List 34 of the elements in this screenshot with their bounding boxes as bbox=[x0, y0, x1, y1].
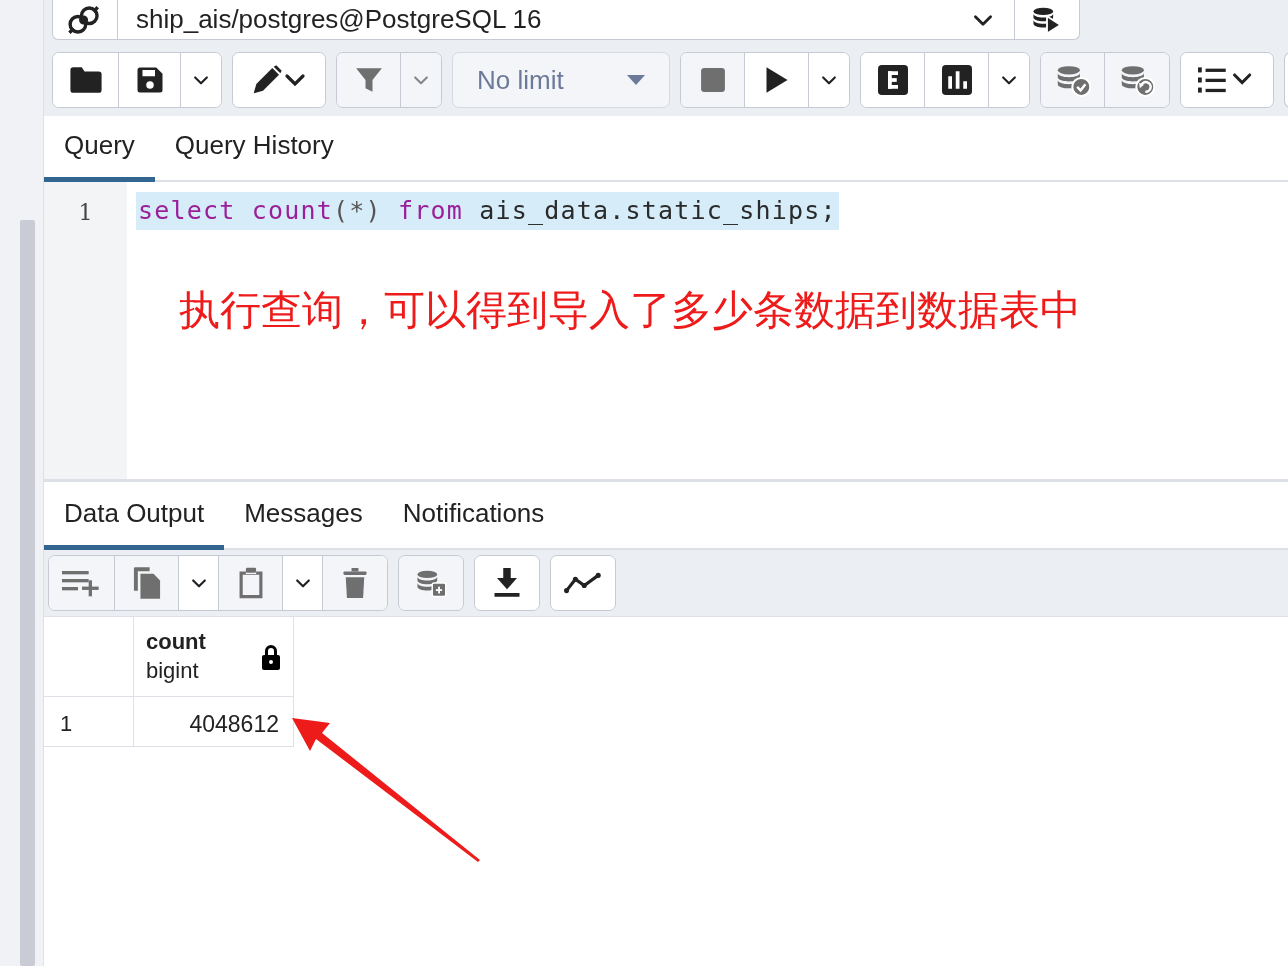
table-cell[interactable]: 4048612 bbox=[134, 697, 294, 747]
folder-icon bbox=[68, 65, 103, 95]
scrollbar[interactable] bbox=[20, 220, 35, 966]
column-name: count bbox=[146, 627, 206, 656]
dropdown-triangle-icon bbox=[627, 75, 645, 85]
explain-button[interactable] bbox=[861, 53, 925, 107]
filter-icon bbox=[354, 66, 383, 94]
copy-icon bbox=[131, 566, 162, 600]
stop-icon bbox=[699, 67, 726, 93]
tab[interactable]: Query History bbox=[154, 116, 354, 182]
play-icon bbox=[764, 66, 789, 94]
column-type: bigint bbox=[146, 656, 200, 685]
line-graph-button[interactable] bbox=[551, 556, 615, 610]
tab[interactable]: Messages bbox=[224, 484, 383, 550]
pencil-caret-button[interactable] bbox=[233, 53, 325, 107]
connection-status-button[interactable] bbox=[52, 0, 118, 40]
trash-icon bbox=[343, 568, 367, 598]
annotation-text: 执行查询，可以得到导入了多少条数据到数据表中 bbox=[179, 285, 1081, 336]
bar-chart-icon bbox=[941, 65, 972, 95]
new-connection-button[interactable] bbox=[1015, 0, 1080, 40]
folder-button[interactable] bbox=[53, 53, 119, 107]
download-icon bbox=[494, 568, 520, 598]
line-graph-icon bbox=[564, 571, 602, 595]
row-number: 1 bbox=[44, 697, 134, 747]
numbered-list-caret-button[interactable] bbox=[1181, 53, 1273, 107]
download-button[interactable] bbox=[475, 556, 539, 610]
line-number: 1 bbox=[77, 199, 94, 227]
explain-icon bbox=[877, 65, 908, 95]
column-header[interactable]: count bigint bbox=[134, 617, 294, 697]
pencil-caret-icon bbox=[251, 64, 307, 96]
tab[interactable]: Notifications bbox=[382, 484, 565, 550]
connection-select[interactable]: ship_ais/postgres@PostgreSQL 16 bbox=[118, 0, 1015, 40]
database-undo-icon bbox=[1119, 63, 1155, 97]
add-row-icon bbox=[61, 569, 102, 597]
